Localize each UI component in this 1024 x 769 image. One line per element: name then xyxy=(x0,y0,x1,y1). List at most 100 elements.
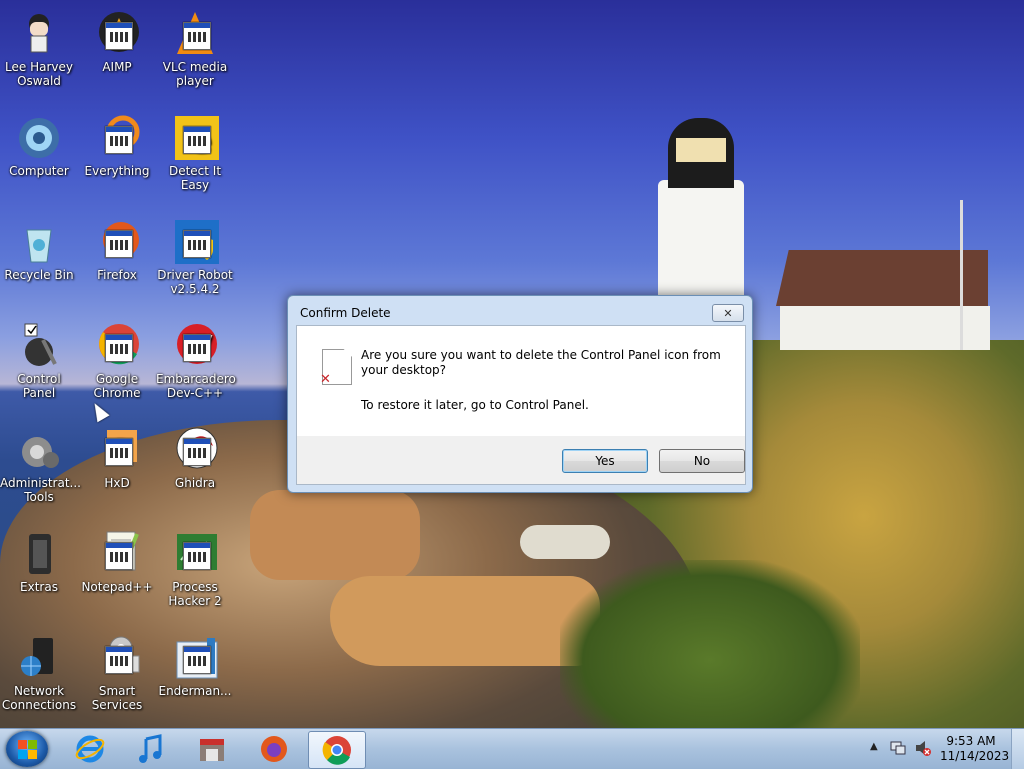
shortcut-placeholder-icon xyxy=(105,230,133,258)
desktop-icon-enderman[interactable]: Enderman... xyxy=(156,630,234,698)
wallpaper-rock xyxy=(520,525,610,559)
desktop-icon-firefox[interactable]: Firefox xyxy=(78,214,156,282)
desktop-icon-label: Smart Services xyxy=(91,684,143,712)
network-tray-icon[interactable] xyxy=(890,739,906,755)
desktop-icon-smart-services[interactable]: Smart Services xyxy=(78,630,156,712)
taskbar: ▲ 9:53 AM 11/14/2023 xyxy=(0,728,1024,769)
aimp-icon xyxy=(93,10,141,58)
desktop-icon-notepadpp[interactable]: Notepad++ xyxy=(78,526,156,594)
desktop-icon-ghidra[interactable]: Ghidra xyxy=(156,422,234,490)
internet-explorer-icon xyxy=(75,735,105,763)
shortcut-placeholder-icon xyxy=(105,542,133,570)
itunes-icon xyxy=(139,734,162,763)
process-hacker-icon xyxy=(171,530,219,578)
no-button[interactable]: No xyxy=(659,449,745,473)
desktop-icon-label: Enderman... xyxy=(158,684,232,698)
desktop-icon-process-hacker[interactable]: Process Hacker 2 xyxy=(156,526,234,608)
shortcut-placeholder-icon xyxy=(183,438,211,466)
desktop-icon-label: Notepad++ xyxy=(81,580,153,594)
taskbar-itunes[interactable] xyxy=(122,731,178,767)
firefox-icon xyxy=(93,218,141,266)
shortcut-placeholder-icon xyxy=(105,438,133,466)
show-hidden-icons-button[interactable]: ▲ xyxy=(870,741,878,752)
desktop-icon-lee-harvey-oswald[interactable]: Lee Harvey Oswald xyxy=(0,6,78,88)
start-button[interactable] xyxy=(6,731,48,767)
devcpp-icon: DEV xyxy=(171,322,219,370)
network-connections-icon xyxy=(15,634,63,682)
shortcut-placeholder-icon xyxy=(105,334,133,362)
red-x-icon: ✕ xyxy=(320,372,331,387)
computer-icon xyxy=(15,114,63,162)
desktop-icon-detect-it-easy[interactable]: e Detect It Easy xyxy=(156,110,234,192)
dialog-message: Are you sure you want to delete the Cont… xyxy=(361,348,721,377)
shortcut-placeholder-icon xyxy=(105,22,133,50)
taskbar-chrome[interactable] xyxy=(308,731,366,769)
desktop-icon-label: Recycle Bin xyxy=(4,268,74,282)
everything-icon xyxy=(93,114,141,162)
desktop-icon-label: Network Connections xyxy=(1,684,77,712)
firefox-icon xyxy=(261,736,287,762)
enderman-icon xyxy=(171,634,219,682)
smart-services-icon xyxy=(93,634,141,682)
wallpaper-lighthouse xyxy=(658,180,744,300)
desktop-icon-aimp[interactable]: AIMP xyxy=(78,6,156,74)
clock-time: 9:53 AM xyxy=(946,734,996,748)
desktop-icon-label: Ghidra xyxy=(174,476,216,490)
dialog-close-button[interactable]: ✕ xyxy=(712,304,744,322)
desktop-icon-label: Extras xyxy=(20,580,58,594)
notepadpp-icon xyxy=(93,530,141,578)
shortcut-placeholder-icon xyxy=(183,230,211,258)
wallpaper-house xyxy=(780,306,990,350)
desktop-icon-extras[interactable]: Extras xyxy=(0,526,78,594)
desktop-icon-network-connections[interactable]: Network Connections xyxy=(0,630,78,712)
shortcut-placeholder-icon xyxy=(183,22,211,50)
wallpaper-lighthouse-glass xyxy=(676,138,726,162)
system-tray: ▲ 9:53 AM 11/14/2023 xyxy=(866,729,1024,769)
desktop-icon-hxd[interactable]: D HxD xyxy=(78,422,156,490)
desktop-icon-vlc[interactable]: VLC media player xyxy=(156,6,234,88)
show-desktop-button[interactable] xyxy=(1011,729,1024,769)
volume-muted-icon[interactable] xyxy=(914,739,932,757)
desktop-icon-label: Lee Harvey Oswald xyxy=(5,60,73,88)
recycle-bin-icon xyxy=(15,218,63,266)
desktop-icon-label: VLC media player xyxy=(162,60,228,88)
dialog-body: ✕ Are you sure you want to delete the Co… xyxy=(296,325,746,437)
wallpaper-rock xyxy=(250,490,420,580)
desktop-icon-everything[interactable]: Everything xyxy=(78,110,156,178)
dialog-footer: Yes No xyxy=(296,436,746,485)
desktop-icon-google-chrome[interactable]: Google Chrome xyxy=(78,318,156,400)
clock[interactable]: 9:53 AM 11/14/2023 xyxy=(940,734,1009,764)
desktop-icon-embarcadero-devcpp[interactable]: DEV Embarcadero Dev-C++ xyxy=(156,318,236,400)
desktop-icon-label: HxD xyxy=(104,476,130,490)
dialog-title: Confirm Delete xyxy=(300,306,391,320)
wallpaper-house-roof xyxy=(776,250,988,306)
desktop-icon-label: Control Panel xyxy=(17,372,61,400)
store-icon xyxy=(200,739,224,761)
confirm-delete-dialog: Confirm Delete ✕ ✕ Are you sure you want… xyxy=(287,295,753,493)
desktop-icon-label: Embarcadero Dev-C++ xyxy=(156,372,236,400)
desktop-icon-label: Administrat... Tools xyxy=(0,476,81,504)
taskbar-firefox[interactable] xyxy=(246,731,302,767)
desktop-icon-recycle-bin[interactable]: Recycle Bin xyxy=(0,214,78,282)
desktop-icon-control-panel[interactable]: Control Panel xyxy=(0,318,78,400)
desktop-icon-label: Process Hacker 2 xyxy=(168,580,222,608)
taskbar-internet-explorer[interactable] xyxy=(62,731,118,767)
yes-button[interactable]: Yes xyxy=(562,449,648,473)
shortcut-placeholder-icon xyxy=(183,542,211,570)
desktop-icon-computer[interactable]: Computer xyxy=(0,110,78,178)
wallpaper-flagpole xyxy=(960,200,963,350)
chrome-icon xyxy=(322,736,351,765)
shortcut-placeholder-icon xyxy=(183,334,211,362)
anime-avatar-icon xyxy=(15,10,63,58)
shortcut-placeholder-icon xyxy=(183,126,211,154)
control-panel-icon xyxy=(15,322,63,370)
desktop-icon-administrative-tools[interactable]: Administrat... Tools xyxy=(0,422,81,504)
shortcut-placeholder-icon xyxy=(105,646,133,674)
chrome-icon xyxy=(93,322,141,370)
desktop-icon-driver-robot[interactable]: Driver Robot v2.5.4.2 xyxy=(156,214,234,296)
admin-tools-icon xyxy=(15,426,63,474)
desktop-icon-label: Google Chrome xyxy=(93,372,141,400)
vlc-icon xyxy=(171,10,219,58)
dialog-note: To restore it later, go to Control Panel… xyxy=(361,398,589,412)
taskbar-store[interactable] xyxy=(184,731,240,767)
